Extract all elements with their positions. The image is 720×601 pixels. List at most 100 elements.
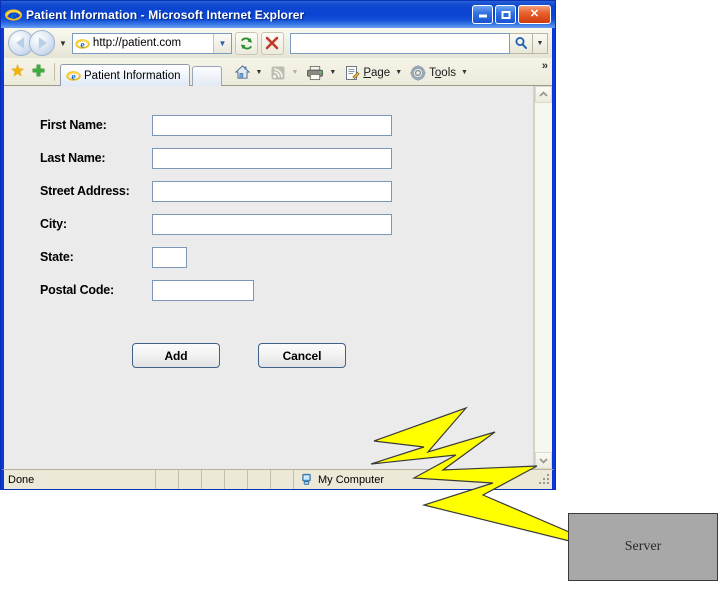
address-toolbar: ▼ e http://patient.com ▼ ▼ — [4, 28, 552, 58]
status-bar: Done My Computer — [1, 469, 555, 489]
feeds-button — [268, 64, 288, 82]
status-segment-6 — [271, 470, 294, 489]
tools-dropdown-icon[interactable]: ▼ — [461, 69, 468, 76]
street-address-input[interactable] — [152, 180, 392, 202]
search-button[interactable] — [510, 32, 533, 54]
tools-menu-button[interactable]: Tools — [408, 64, 458, 82]
postal-code-input[interactable] — [152, 279, 254, 301]
window-controls: ✕ — [472, 5, 553, 24]
svg-text:e: e — [80, 39, 85, 50]
minimize-button[interactable] — [472, 5, 493, 24]
home-icon — [234, 65, 250, 79]
refresh-button[interactable] — [234, 31, 258, 55]
tools-label-rest: ols — [441, 66, 456, 79]
last-name-input[interactable] — [152, 147, 392, 169]
toolbar-divider — [54, 63, 55, 81]
back-arrow-icon — [16, 37, 25, 49]
city-label: City: — [40, 217, 67, 231]
page-dropdown-icon[interactable]: ▼ — [395, 69, 402, 76]
patient-information-form: First Name: Last Name: Street Address: C… — [4, 86, 533, 368]
home-button[interactable] — [232, 63, 253, 82]
form-actions: Add Cancel — [40, 343, 533, 368]
security-zone[interactable]: My Computer — [294, 470, 538, 489]
rss-icon — [271, 66, 285, 79]
scroll-up-button[interactable] — [535, 86, 552, 103]
address-bar[interactable]: e http://patient.com ▼ — [71, 32, 232, 54]
page-menu-button[interactable]: Page — [342, 64, 392, 82]
print-button[interactable] — [304, 64, 326, 82]
cancel-button[interactable]: Cancel — [258, 343, 346, 368]
browser-chrome: ▼ e http://patient.com ▼ ▼ ★ ✚ e Patient… — [1, 28, 555, 86]
address-url-text: http://patient.com — [92, 37, 182, 49]
status-segment-4 — [225, 470, 248, 489]
page-icon — [346, 65, 360, 80]
browser-window: e Patient Information - Microsoft Intern… — [0, 0, 556, 490]
home-dropdown-icon[interactable]: ▼ — [256, 69, 263, 76]
stop-button[interactable] — [260, 31, 284, 55]
tab-favicon-icon: e — [66, 68, 81, 83]
overflow-chevron-icon[interactable]: » — [542, 60, 548, 72]
scroll-down-button[interactable] — [535, 452, 552, 469]
form-row-city: City: — [40, 213, 533, 235]
chevron-up-icon — [539, 91, 548, 97]
maximize-icon — [501, 10, 510, 19]
status-segment-3 — [202, 470, 225, 489]
close-icon: ✕ — [529, 8, 540, 20]
add-button[interactable]: Add — [132, 343, 220, 368]
new-tab-button[interactable] — [191, 66, 222, 86]
vertical-scrollbar[interactable] — [534, 86, 552, 469]
window-title: Patient Information - Microsoft Internet… — [26, 7, 305, 22]
status-segment-1 — [156, 470, 179, 489]
server-node: Server — [568, 513, 718, 581]
ie-logo-icon: e — [5, 6, 22, 23]
ie-favicon-icon: e — [75, 36, 90, 51]
close-button[interactable]: ✕ — [518, 5, 551, 24]
add-favorite-button[interactable]: ✚ — [28, 61, 49, 82]
state-label: State: — [40, 250, 74, 264]
postal-code-label: Postal Code: — [40, 283, 114, 297]
first-name-input[interactable] — [152, 114, 392, 136]
form-row-first-name: First Name: — [40, 114, 533, 136]
history-dropdown-icon[interactable]: ▼ — [59, 39, 67, 48]
forward-arrow-icon — [38, 37, 47, 49]
add-star-icon: ✚ — [32, 63, 45, 80]
server-label: Server — [624, 539, 662, 554]
status-segment-2 — [179, 470, 202, 489]
forward-button[interactable] — [29, 30, 55, 56]
form-row-last-name: Last Name: — [40, 147, 533, 169]
svg-text:e: e — [71, 71, 76, 82]
first-name-label: First Name: — [40, 118, 107, 132]
form-row-state: State: — [40, 246, 533, 268]
search-input[interactable] — [289, 32, 510, 54]
page-viewport: First Name: Last Name: Street Address: C… — [1, 86, 555, 469]
print-dropdown-icon[interactable]: ▼ — [329, 69, 336, 76]
search-icon — [515, 37, 527, 49]
maximize-button[interactable] — [495, 5, 516, 24]
svg-text:e: e — [11, 8, 17, 22]
refresh-icon — [240, 37, 253, 49]
tab-toolbar: ★ ✚ e Patient Information ▼ ▼ ▼ Page ▼ T… — [4, 58, 552, 86]
favorites-button[interactable]: ★ — [7, 61, 28, 82]
state-input[interactable] — [152, 246, 187, 268]
feeds-dropdown-icon: ▼ — [291, 69, 299, 76]
star-icon: ★ — [10, 62, 25, 80]
page-content: First Name: Last Name: Street Address: C… — [4, 86, 534, 469]
street-address-label: Street Address: — [40, 184, 130, 198]
address-dropdown-icon[interactable]: ▼ — [212, 33, 231, 53]
resize-grip[interactable] — [538, 470, 552, 489]
page-label-rest: age — [371, 66, 391, 79]
chevron-down-icon — [539, 458, 548, 464]
stop-icon — [266, 36, 279, 50]
security-zone-label: My Computer — [318, 473, 385, 486]
tab-patient-information[interactable]: e Patient Information — [60, 64, 190, 86]
status-segment-5 — [248, 470, 271, 489]
status-message: Done — [4, 470, 156, 489]
form-row-street-address: Street Address: — [40, 180, 533, 202]
city-input[interactable] — [152, 213, 392, 235]
title-bar: e Patient Information - Microsoft Intern… — [1, 1, 555, 28]
tab-label: Patient Information — [84, 69, 181, 82]
minimize-icon — [478, 14, 487, 18]
last-name-label: Last Name: — [40, 151, 106, 165]
form-row-postal-code: Postal Code: — [40, 279, 533, 301]
search-dropdown-button[interactable]: ▼ — [533, 32, 548, 54]
